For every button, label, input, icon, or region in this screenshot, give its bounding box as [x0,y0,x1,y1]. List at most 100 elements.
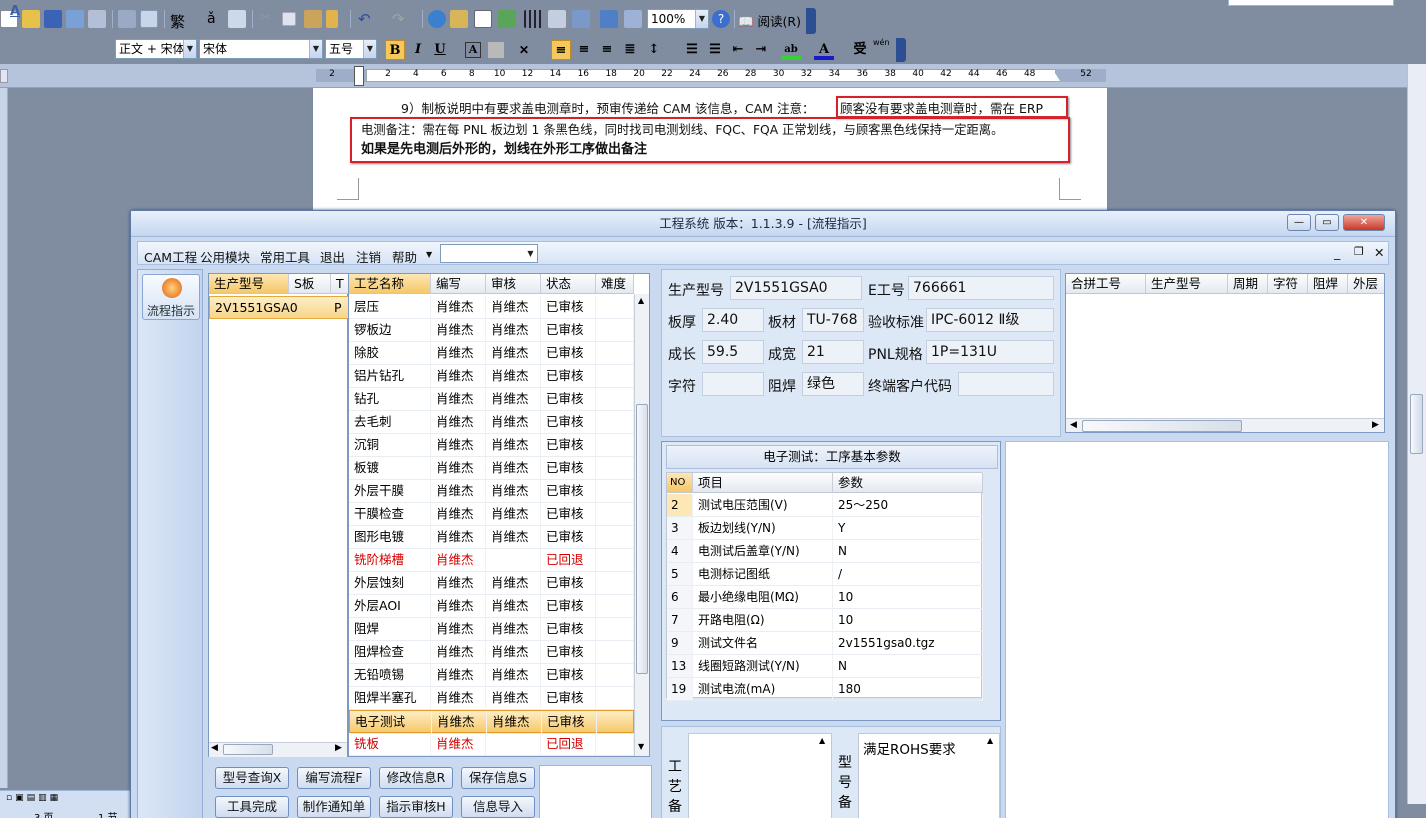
style-combo[interactable]: 正文 + 宋体 ▼ [115,39,197,59]
param-row[interactable]: 6 最小绝缘电阻(MΩ) 10 [667,586,983,609]
process-row[interactable]: 铝片钻孔 肖维杰 肖维杰 已审核 [349,365,634,388]
tables-borders-icon[interactable] [450,10,468,28]
bold-button[interactable]: B [385,40,405,60]
char-shading-icon[interactable] [488,42,504,58]
field-thickness[interactable]: 2.40 [702,308,764,332]
process-row[interactable]: 阻焊检查 肖维杰 肖维杰 已审核 [349,641,634,664]
help-search-box[interactable] [1228,0,1394,6]
process-row[interactable]: 除胶 肖维杰 肖维杰 已审核 [349,342,634,365]
process-row[interactable]: 干膜检查 肖维杰 肖维杰 已审核 [349,503,634,526]
tool-complete-button[interactable]: 工具完成 [215,796,289,818]
drawing-icon[interactable] [548,10,566,28]
research-icon[interactable] [228,10,246,28]
param-row[interactable]: 3 板边划线(Y/N) Y [667,517,983,540]
horizontal-ruler[interactable]: 2 2 4 6 8 10 12 14 16 18 20 22 24 26 28 30 32 34 36 38 40 42 4… [0,64,1426,88]
font-size-combo[interactable]: 五号 ▼ [325,39,377,59]
param-row[interactable]: 7 开路电阻(Ω) 10 [667,609,983,632]
reading-icon[interactable] [624,10,642,28]
justify-icon[interactable]: ≣ [620,40,640,60]
email-icon[interactable] [88,10,106,28]
undo-icon[interactable]: ↶ [358,10,371,28]
field-e-no[interactable]: 766661 [908,276,1054,300]
format-painter-icon[interactable] [326,10,338,28]
toolbar-options-icon[interactable] [806,8,816,34]
process-row[interactable]: 钻孔 肖维杰 肖维杰 已审核 [349,388,634,411]
field-mask[interactable]: 绿色 [802,372,864,396]
paste-icon[interactable] [304,10,322,28]
menu-help[interactable]: 帮助 [392,247,417,266]
process-row[interactable]: 阻焊 肖维杰 肖维杰 已审核 [349,618,634,641]
save-icon[interactable] [44,10,62,28]
param-header-value[interactable]: 参数 [833,473,983,493]
process-header-writer[interactable]: 编写 [431,274,486,294]
spelling-icon[interactable]: ǎ [207,11,216,27]
process-row[interactable]: 外层AOI 肖维杰 肖维杰 已审核 [349,595,634,618]
bullets-icon[interactable]: ☰ [705,40,725,60]
insert-excel-icon[interactable] [498,10,516,28]
increase-indent-icon[interactable]: ⇥ [751,40,771,60]
field-width[interactable]: 21 [802,340,864,364]
permission-icon[interactable] [66,10,84,28]
param-row[interactable]: 19 测试电流(mA) 180 [667,678,983,701]
format-options-icon[interactable] [896,38,906,62]
minimize-button[interactable]: — [1287,214,1311,231]
font-combo[interactable]: 宋体 ▼ [199,39,323,59]
phonetic-guide-button[interactable]: wén [873,38,890,47]
process-row[interactable]: 阻焊半塞孔 肖维杰 肖维杰 已审核 [349,687,634,710]
help-dropdown-icon[interactable]: ▼ [426,250,432,259]
document-scrollbar[interactable] [1407,64,1426,804]
field-char[interactable] [702,372,764,396]
combine-header-mask[interactable]: 阻焊 [1308,274,1348,294]
import-info-button[interactable]: 信息导入 [461,796,535,818]
columns-icon[interactable] [524,10,542,28]
indent-marker-icon[interactable] [354,66,364,86]
combine-header-model[interactable]: 生产型号 [1146,274,1228,294]
combine-header-cycle[interactable]: 周期 [1228,274,1268,294]
tab-selector-icon[interactable] [0,69,8,83]
mdi-restore-icon[interactable]: ❐ [1354,245,1364,258]
hyperlink-icon[interactable] [428,10,446,28]
product-row[interactable]: 2V1551GSA0 P [209,296,349,319]
mdi-close-icon[interactable]: ✕ [1374,245,1384,260]
menu-exit[interactable]: 退出 [320,247,345,266]
flow-indicator-button[interactable]: 流程指示 [142,274,200,320]
italic-button[interactable]: I [408,40,428,60]
product-header-model[interactable]: 生产型号 [209,274,289,294]
model-query-button[interactable]: 型号查询X [215,767,289,789]
combine-hscroll[interactable]: ◀ ▶ [1066,418,1384,432]
process-header-name[interactable]: 工艺名称 [349,274,431,294]
process-header-reviewer[interactable]: 审核 [486,274,541,294]
traditional-chinese-icon[interactable]: 繁 [170,11,185,32]
asian-layout-icon[interactable]: 受 [850,40,870,60]
param-row[interactable]: 5 电测标记图纸 / [667,563,983,586]
redo-icon[interactable]: ↷ [392,10,405,28]
review-instruction-button[interactable]: 指示审核H [379,796,453,818]
document-map-icon[interactable] [572,10,590,28]
combine-header-char[interactable]: 字符 [1268,274,1308,294]
process-row[interactable]: 无铅喷锡 肖维杰 肖维杰 已审核 [349,664,634,687]
help-icon[interactable]: ? [712,10,730,28]
insert-table-icon[interactable] [474,10,492,28]
cut-icon[interactable]: ✂ [260,10,272,26]
align-right-icon[interactable]: ≡ [597,40,617,60]
print-icon[interactable] [118,10,136,28]
make-notice-button[interactable]: 制作通知单 [297,796,371,818]
process-header-status[interactable]: 状态 [541,274,596,294]
process-row[interactable]: 沉铜 肖维杰 肖维杰 已审核 [349,434,634,457]
field-material[interactable]: TU-768 [802,308,864,332]
field-pnl[interactable]: 1P=131U [926,340,1054,364]
edit-info-button[interactable]: 修改信息R [379,767,453,789]
menu-cam[interactable]: CAM工程 [144,247,197,266]
char-border-button[interactable]: A [465,42,481,58]
param-row[interactable]: 2 测试电压范围(V) 25～250 [667,494,983,517]
font-color-icon[interactable]: A [814,40,834,60]
process-row[interactable]: 层压 肖维杰 肖维杰 已审核 [349,296,634,319]
process-row[interactable]: 外层干膜 肖维杰 肖维杰 已审核 [349,480,634,503]
process-row[interactable]: 图形电镀 肖维杰 肖维杰 已审核 [349,526,634,549]
process-header-difficulty[interactable]: 难度 [596,274,634,294]
line-spacing-icon[interactable]: ↕ [644,40,664,60]
right-indent-marker-icon[interactable] [1050,73,1060,81]
process-row[interactable]: 外层蚀刻 肖维杰 肖维杰 已审核 [349,572,634,595]
menu-combo[interactable]: ▼ [440,244,538,263]
param-row[interactable]: 9 测试文件名 2v1551gsa0.tgz [667,632,983,655]
